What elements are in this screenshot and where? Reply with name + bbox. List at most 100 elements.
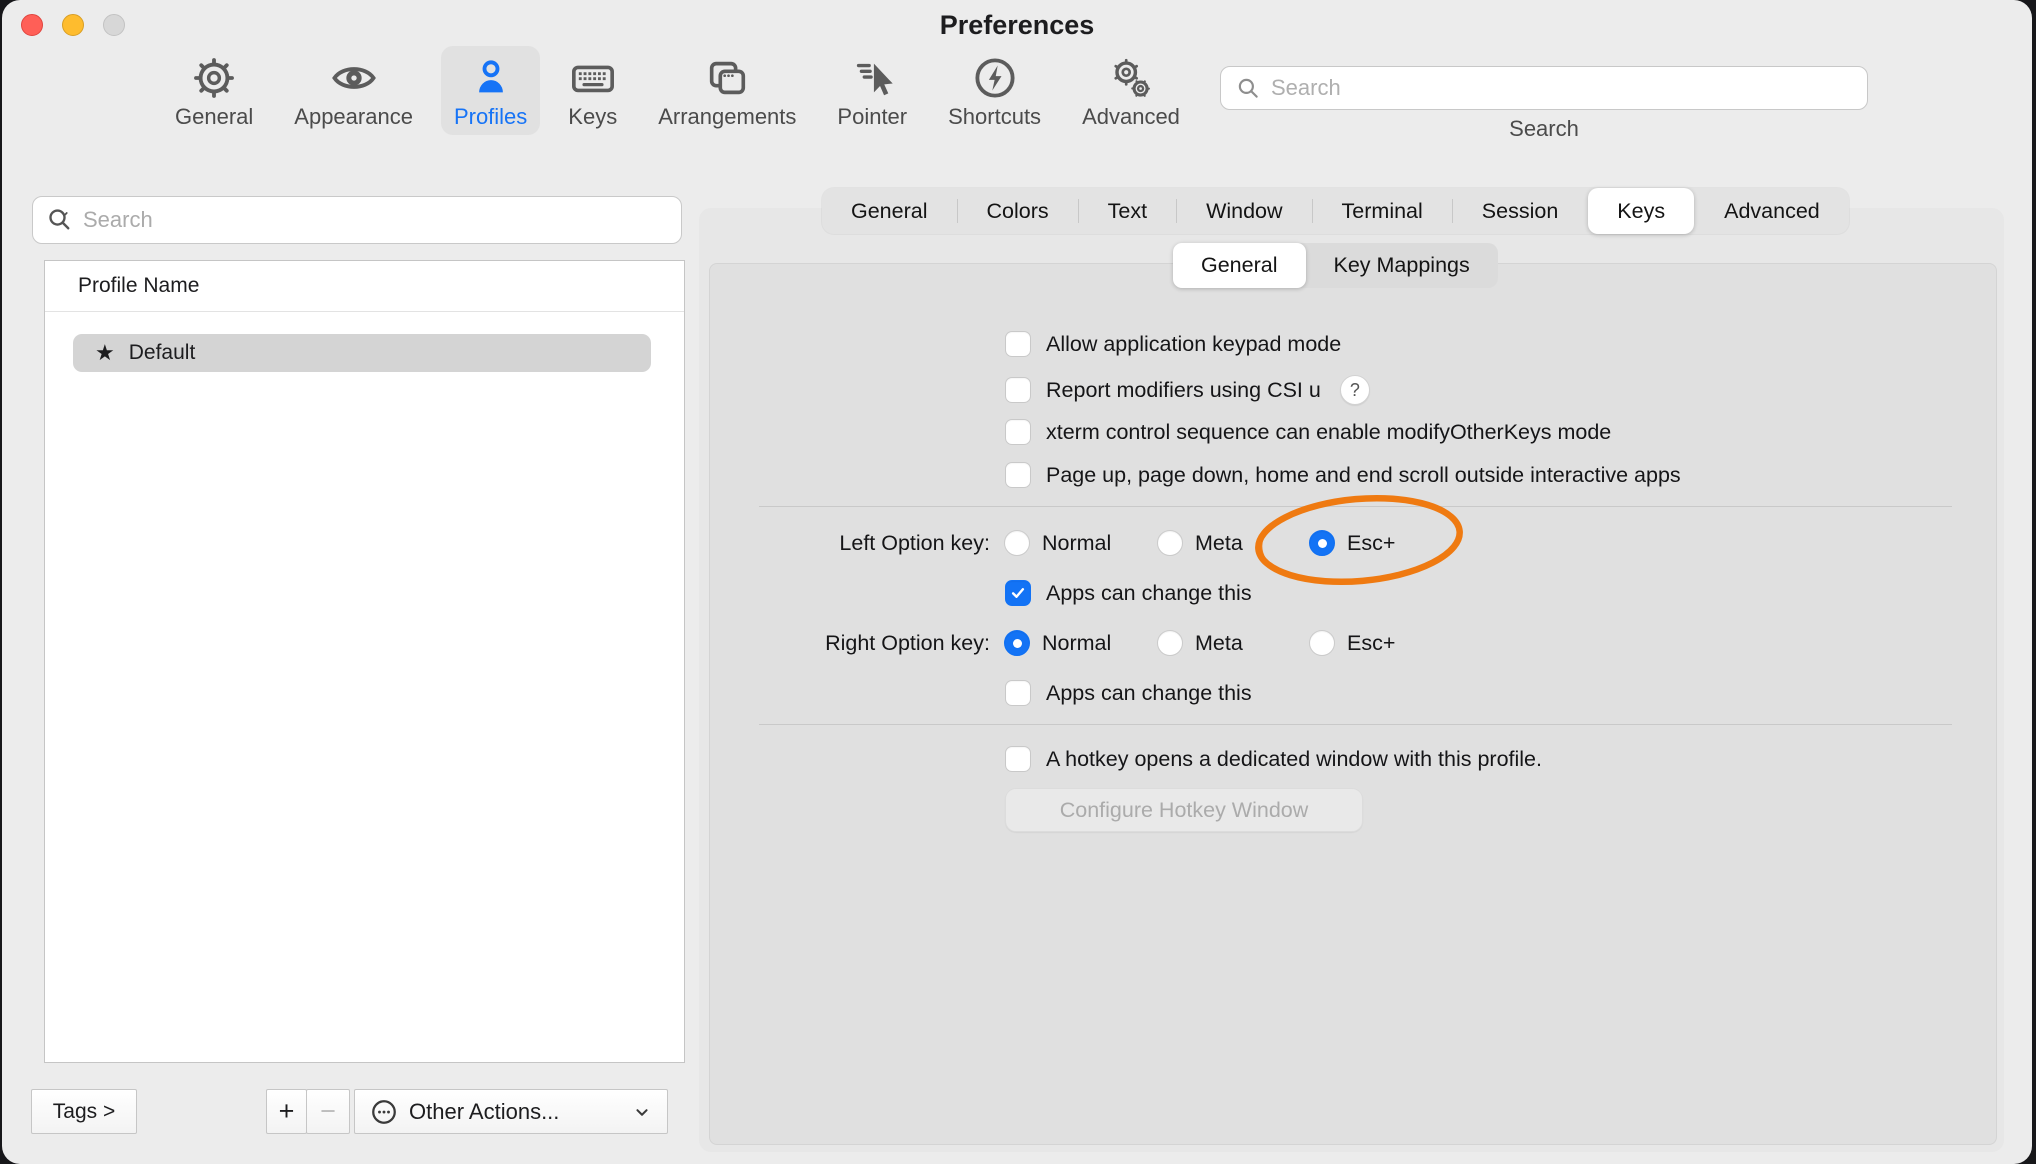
radio-button[interactable] [1157, 530, 1183, 556]
toolbar-label: Profiles [454, 104, 527, 130]
radio-button[interactable] [1309, 530, 1335, 556]
tab-colors[interactable]: Colors [958, 188, 1078, 234]
section-divider [759, 724, 1952, 725]
chevron-down-icon [631, 1101, 653, 1123]
radio-button[interactable] [1309, 630, 1335, 656]
checkbox[interactable] [1005, 680, 1031, 706]
toolbar-search-label: Search [1220, 116, 1868, 142]
checkbox[interactable] [1005, 331, 1031, 357]
toolbar-label: Appearance [294, 104, 413, 130]
checkbox[interactable] [1005, 580, 1031, 606]
tab-keys[interactable]: Keys [1588, 188, 1694, 234]
tab-session[interactable]: Session [1453, 188, 1588, 234]
cursor-icon [848, 54, 896, 102]
eye-icon [330, 54, 378, 102]
search-icon [1235, 75, 1261, 101]
toolbar-item-pointer[interactable]: Pointer [824, 46, 920, 135]
radio-button[interactable] [1004, 530, 1030, 556]
gear-icon [190, 54, 238, 102]
radio-button[interactable] [1004, 630, 1030, 656]
toolbar-item-appearance[interactable]: Appearance [281, 46, 426, 135]
person-icon [467, 54, 515, 102]
toolbar-item-keys[interactable]: Keys [555, 46, 630, 135]
checkbox-row-scroll-outside: Page up, page down, home and end scroll … [1005, 462, 1681, 488]
toolbar-label: Advanced [1082, 104, 1180, 130]
profile-name: Default [129, 341, 196, 365]
star-icon: ★ [95, 342, 115, 364]
preferences-toolbar: General Appearance Profiles [162, 46, 1193, 135]
checkbox-row-csi-u: Report modifiers using CSI u ? [1005, 375, 1370, 405]
preferences-window: Preferences [2, 0, 2032, 1164]
subtab-key-mappings[interactable]: Key Mappings [1306, 243, 1498, 288]
keys-subtabbar: General Key Mappings [1173, 243, 1498, 288]
tab-window[interactable]: Window [1177, 188, 1311, 234]
radio-label: Esc+ [1347, 531, 1395, 556]
help-button[interactable]: ? [1340, 375, 1370, 405]
toolbar-item-advanced[interactable]: Advanced [1069, 46, 1193, 135]
checkbox-label: Report modifiers using CSI u [1046, 378, 1321, 403]
profile-row-default[interactable]: ★ Default [73, 334, 651, 372]
checkbox-label: Page up, page down, home and end scroll … [1046, 463, 1681, 488]
profile-list: Profile Name ★ Default [44, 260, 685, 1063]
toolbar-label: Arrangements [658, 104, 796, 130]
configure-hotkey-window-button[interactable]: Configure Hotkey Window [1005, 788, 1363, 832]
toolbar-search-item: Search Search [1220, 66, 1868, 142]
right-apps-can-change-row: Apps can change this [1005, 680, 1252, 706]
right-option-meta: Meta [1157, 630, 1243, 656]
checkbox[interactable] [1005, 419, 1031, 445]
radio-label: Meta [1195, 531, 1243, 556]
section-divider [759, 506, 1952, 507]
left-option-normal: Normal [1004, 530, 1111, 556]
tab-text[interactable]: Text [1079, 188, 1176, 234]
toolbar-label: Keys [568, 104, 617, 130]
right-option-key-label: Right Option key: [702, 630, 990, 656]
other-actions-dropdown[interactable]: Other Actions... [354, 1089, 668, 1134]
profile-tabbar: General Colors Text Window Terminal Sess… [822, 188, 1849, 234]
window-title: Preferences [2, 10, 2032, 41]
toolbar-search-placeholder: Search [1271, 75, 1341, 101]
checkbox-row-modify-other-keys: xterm control sequence can enable modify… [1005, 419, 1611, 445]
toolbar-label: Pointer [837, 104, 907, 130]
hotkey-checkbox-row: A hotkey opens a dedicated window with t… [1005, 746, 1542, 772]
checkbox[interactable] [1005, 462, 1031, 488]
checkbox-label: xterm control sequence can enable modify… [1046, 420, 1611, 445]
add-profile-button[interactable]: + [266, 1089, 307, 1134]
radio-label: Esc+ [1347, 631, 1395, 656]
toolbar-item-arrangements[interactable]: Arrangements [645, 46, 809, 135]
toolbar-label: Shortcuts [948, 104, 1041, 130]
tab-general[interactable]: General [822, 188, 957, 234]
radio-button[interactable] [1157, 630, 1183, 656]
tab-terminal[interactable]: Terminal [1313, 188, 1452, 234]
toolbar-search-input[interactable]: Search [1220, 66, 1868, 110]
checkbox-row-keypad-mode: Allow application keypad mode [1005, 331, 1341, 357]
radio-label: Meta [1195, 631, 1243, 656]
remove-profile-button[interactable]: − [306, 1089, 350, 1134]
checkbox-label: Allow application keypad mode [1046, 332, 1341, 357]
checkbox-label: A hotkey opens a dedicated window with t… [1046, 747, 1542, 772]
left-option-meta: Meta [1157, 530, 1243, 556]
toolbar-label: General [175, 104, 253, 130]
radio-label: Normal [1042, 531, 1111, 556]
profile-search-placeholder: Search [83, 207, 153, 233]
profile-list-header: Profile Name [45, 261, 684, 312]
search-icon [45, 205, 75, 235]
windows-icon [703, 54, 751, 102]
radio-label: Normal [1042, 631, 1111, 656]
checkbox-label: Apps can change this [1046, 581, 1252, 606]
subtab-general[interactable]: General [1173, 243, 1306, 288]
toolbar-item-shortcuts[interactable]: Shortcuts [935, 46, 1054, 135]
checkbox-label: Apps can change this [1046, 681, 1252, 706]
checkbox[interactable] [1005, 377, 1031, 403]
toolbar-item-general[interactable]: General [162, 46, 266, 135]
toolbar-item-profiles[interactable]: Profiles [441, 46, 540, 135]
gears-icon [1107, 54, 1155, 102]
tab-advanced[interactable]: Advanced [1695, 188, 1849, 234]
left-option-key-label: Left Option key: [702, 530, 990, 556]
profile-search-input[interactable]: Search [32, 196, 682, 244]
left-apps-can-change-row: Apps can change this [1005, 580, 1252, 606]
tags-button[interactable]: Tags > [31, 1089, 137, 1134]
bolt-circle-icon [971, 54, 1019, 102]
checkbox[interactable] [1005, 746, 1031, 772]
circle-ellipsis-icon [369, 1097, 399, 1127]
keyboard-icon [569, 54, 617, 102]
